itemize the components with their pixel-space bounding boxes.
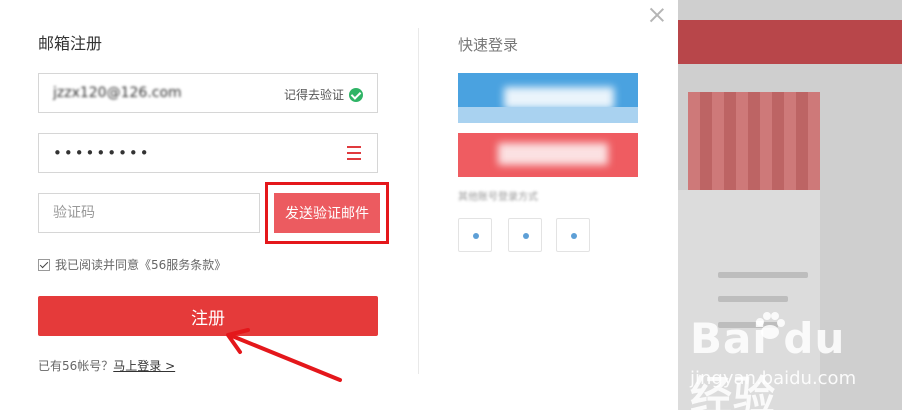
watermark-brand: Bai du 经验 — [690, 314, 846, 410]
checkbox-icon[interactable] — [38, 258, 50, 271]
watermark-url: jingyan.baidu.com — [690, 368, 857, 389]
background-text-line — [718, 296, 788, 302]
password-field[interactable] — [38, 133, 378, 173]
background-banner — [678, 20, 902, 64]
terms-agreement[interactable]: 我已阅读并同意《56服务条款》 — [38, 256, 226, 273]
quick-login-red-button[interactable] — [458, 133, 638, 177]
quick-login-title: 快速登录 — [458, 36, 519, 54]
terms-agreement-label: 我已阅读并同意《56服务条款》 — [55, 258, 227, 272]
close-icon[interactable] — [648, 6, 666, 24]
password-input[interactable] — [53, 134, 273, 172]
send-verification-email-button[interactable]: 发送验证邮件 — [274, 193, 380, 233]
email-input[interactable] — [53, 74, 273, 112]
social-login-button[interactable] — [458, 218, 492, 252]
quick-login-blue-band — [458, 107, 638, 123]
menu-icon[interactable] — [347, 146, 361, 162]
highlight-box: 发送验证邮件 — [265, 182, 389, 244]
social-icon — [571, 233, 577, 239]
login-prefix: 已有56帐号？ — [38, 359, 114, 373]
email-field[interactable]: 记得去验证 — [38, 73, 378, 113]
remember-verify-hint: 记得去验证 — [284, 86, 363, 103]
login-prompt: 已有56帐号？马上登录 > — [38, 357, 175, 374]
social-login-button[interactable] — [556, 218, 590, 252]
column-divider — [418, 28, 419, 374]
social-icon — [523, 233, 529, 239]
check-circle-icon — [349, 87, 363, 102]
background-text-line — [718, 272, 808, 278]
quick-login-red-label — [498, 143, 608, 165]
baidu-jingyan-watermark: Bai du 经验 jingyan.baidu.com — [690, 308, 900, 410]
quick-login-blue-button[interactable] — [458, 73, 638, 123]
social-login-button[interactable] — [508, 218, 542, 252]
background-image — [688, 92, 820, 190]
verification-code-field[interactable] — [38, 193, 260, 233]
annotation-arrow — [226, 328, 342, 382]
remember-label: 记得去验证 — [283, 88, 344, 102]
quick-login-blue-label — [504, 87, 614, 109]
login-link[interactable]: 马上登录 > — [113, 359, 175, 373]
quick-login-note: 其他账号登录方式 — [458, 192, 538, 203]
paw-icon — [756, 312, 785, 339]
verification-code-input[interactable] — [53, 194, 243, 232]
social-icon — [473, 233, 479, 239]
form-title: 邮箱注册 — [38, 34, 103, 53]
